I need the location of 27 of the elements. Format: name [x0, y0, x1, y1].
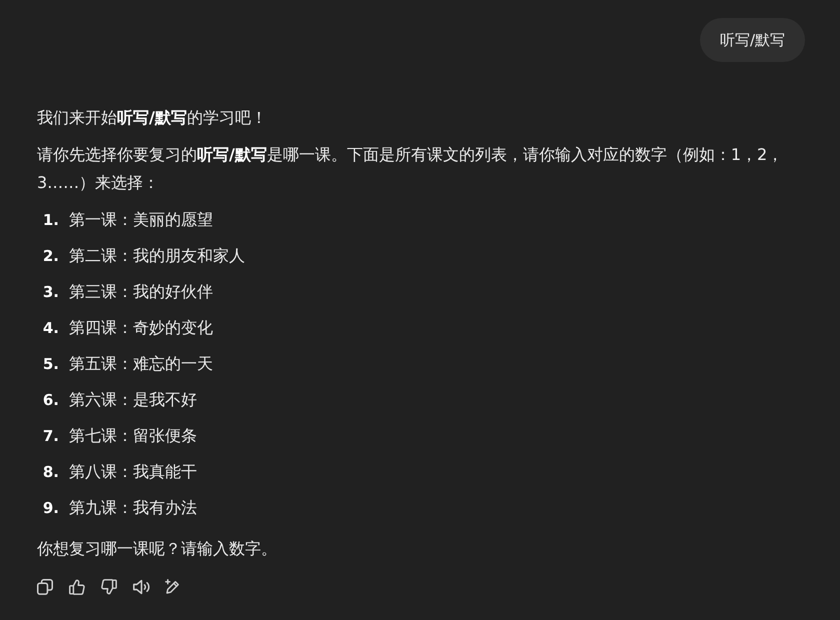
list-number: 5. [42, 354, 59, 375]
thumbs-up-icon [69, 579, 85, 595]
speaker-icon [132, 579, 150, 595]
copy-icon [37, 579, 53, 595]
thumbs-down-icon [101, 579, 117, 595]
lesson-title: 第四课：奇妙的变化 [69, 317, 213, 339]
lesson-title: 第五课：难忘的一天 [69, 353, 213, 375]
list-number: 1. [42, 210, 59, 231]
lesson-title: 第九课：我有办法 [69, 497, 197, 519]
list-number: 9. [42, 498, 59, 519]
lesson-title: 第二课：我的朋友和家人 [69, 245, 245, 267]
list-number: 8. [42, 462, 59, 483]
lesson-title: 第一课：美丽的愿望 [69, 209, 213, 231]
list-number: 2. [42, 246, 59, 267]
list-number: 3. [42, 282, 59, 303]
user-message-bubble: 听写/默写 [700, 18, 805, 62]
list-number: 7. [42, 426, 59, 447]
lesson-title: 第八课：我真能干 [69, 461, 197, 483]
list-number: 4. [42, 318, 59, 339]
lesson-title: 第七课：留张便条 [69, 425, 197, 447]
message-paragraph: 你想复习哪一课呢？请输入数字。 [37, 538, 278, 560]
pencil-sparkle-icon [165, 579, 181, 595]
message-paragraph: 我们来开始听写/默写的学习吧！ [37, 107, 268, 129]
message-paragraph: 请你先选择你要复习的听写/默写是哪一课。下面是所有课文的列表，请你输入对应的数字（例如：1，2，3……）来选择： [37, 144, 784, 194]
lesson-title: 第六课：是我不好 [69, 389, 197, 411]
lesson-title: 第三课：我的好伙伴 [69, 281, 213, 303]
list-number: 6. [42, 390, 59, 411]
